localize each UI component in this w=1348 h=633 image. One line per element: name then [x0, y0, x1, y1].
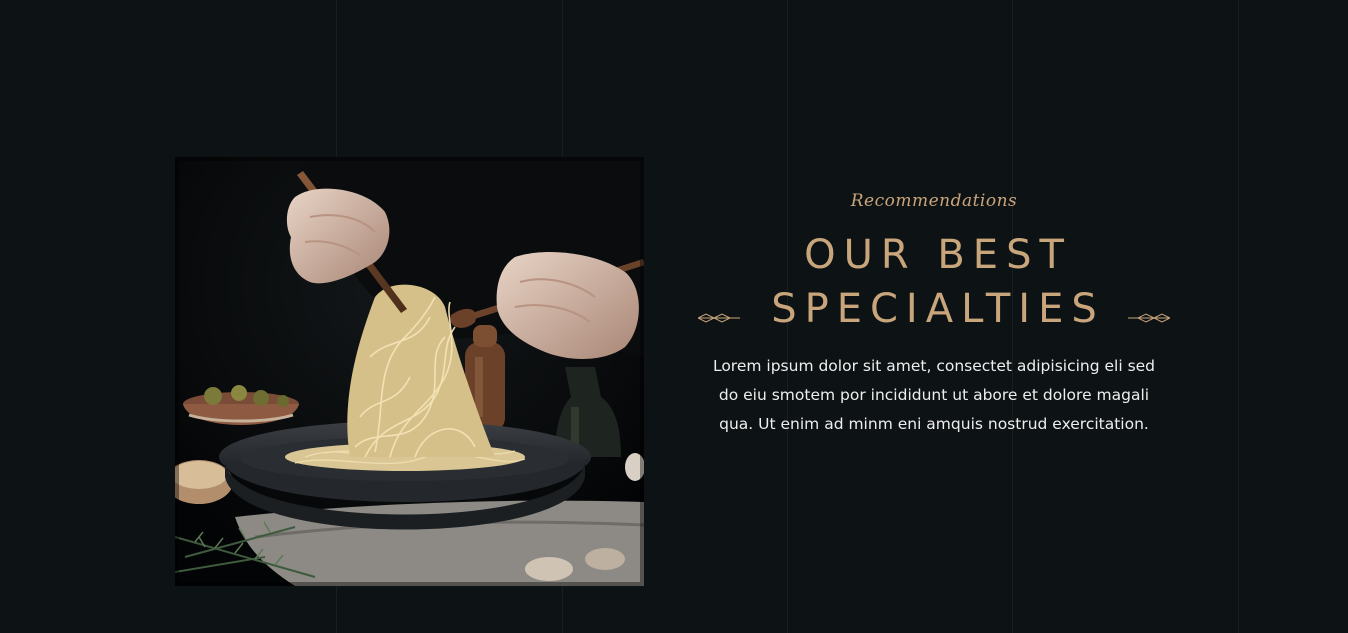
ornament-right-icon — [1128, 313, 1170, 323]
specialties-content: Recommendations OUR BEST SPECIALTIES Lor… — [698, 188, 1170, 439]
specialties-section: Recommendations OUR BEST SPECIALTIES Lor… — [0, 0, 1348, 633]
title-line-1: OUR BEST — [804, 232, 1072, 278]
ornament-left-icon — [698, 313, 740, 323]
section-description: Lorem ipsum dolor sit amet, consectet ad… — [712, 357, 1156, 433]
title-row: OUR BEST SPECIALTIES — [698, 228, 1170, 332]
section-title: OUR BEST SPECIALTIES — [698, 228, 1170, 336]
section-subtitle: Recommendations — [850, 191, 1018, 211]
pasta-dish-image — [175, 157, 644, 586]
title-line-2: SPECIALTIES — [771, 286, 1105, 332]
